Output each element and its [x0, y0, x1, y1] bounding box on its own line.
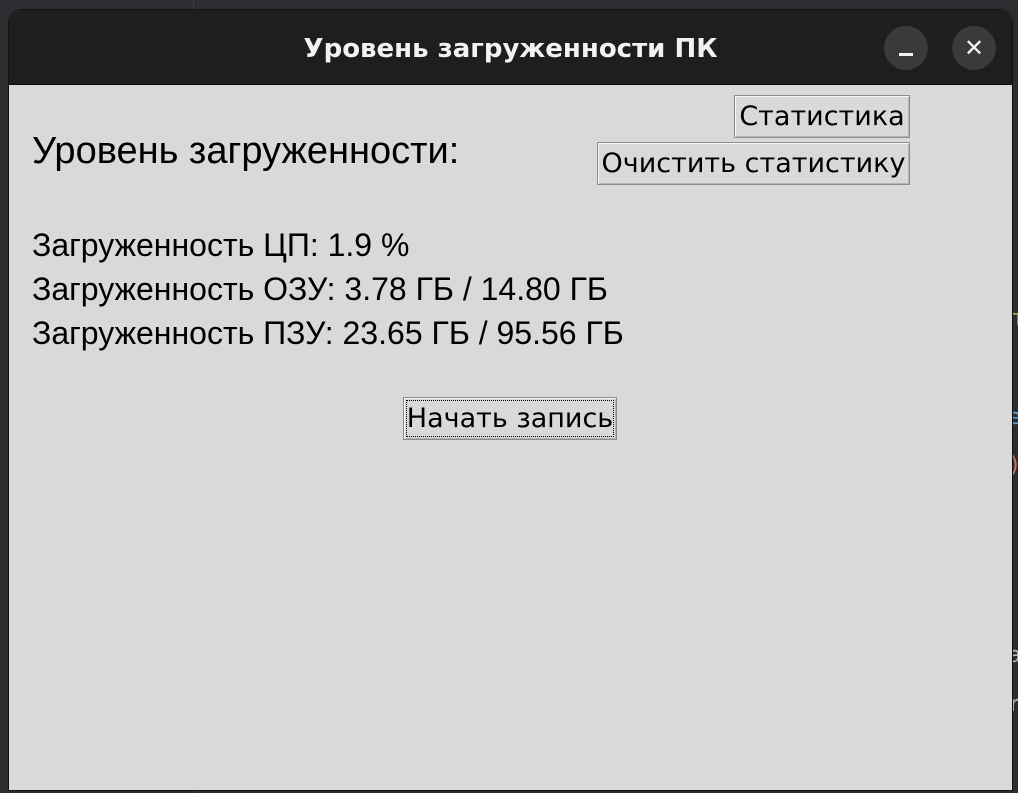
main-content: Уровень загруженности: Статистика Очисти…	[9, 86, 1012, 790]
close-button[interactable]: ✕	[952, 26, 996, 70]
clear-statistics-button[interactable]: Очистить статистику	[597, 142, 910, 185]
minimize-button[interactable]	[884, 26, 928, 70]
rom-load-label: Загруженность ПЗУ: 23.65 ГБ / 95.56 ГБ	[32, 315, 624, 351]
start-recording-button[interactable]: Начать запись	[403, 397, 617, 440]
load-heading: Уровень загруженности:	[32, 130, 460, 172]
statistics-button[interactable]: Статистика	[734, 95, 910, 138]
ram-load-label: Загруженность ОЗУ: 3.78 ГБ / 14.80 ГБ	[32, 271, 608, 307]
close-icon: ✕	[963, 34, 985, 62]
cpu-load-label: Загруженность ЦП: 1.9 %	[32, 227, 410, 263]
title-bar[interactable]: Уровень загруженности ПК ✕	[9, 10, 1012, 85]
app-window: Уровень загруженности ПК ✕ Уровень загру…	[9, 10, 1012, 790]
window-title: Уровень загруженности ПК	[303, 34, 718, 64]
minimize-icon	[899, 52, 913, 56]
